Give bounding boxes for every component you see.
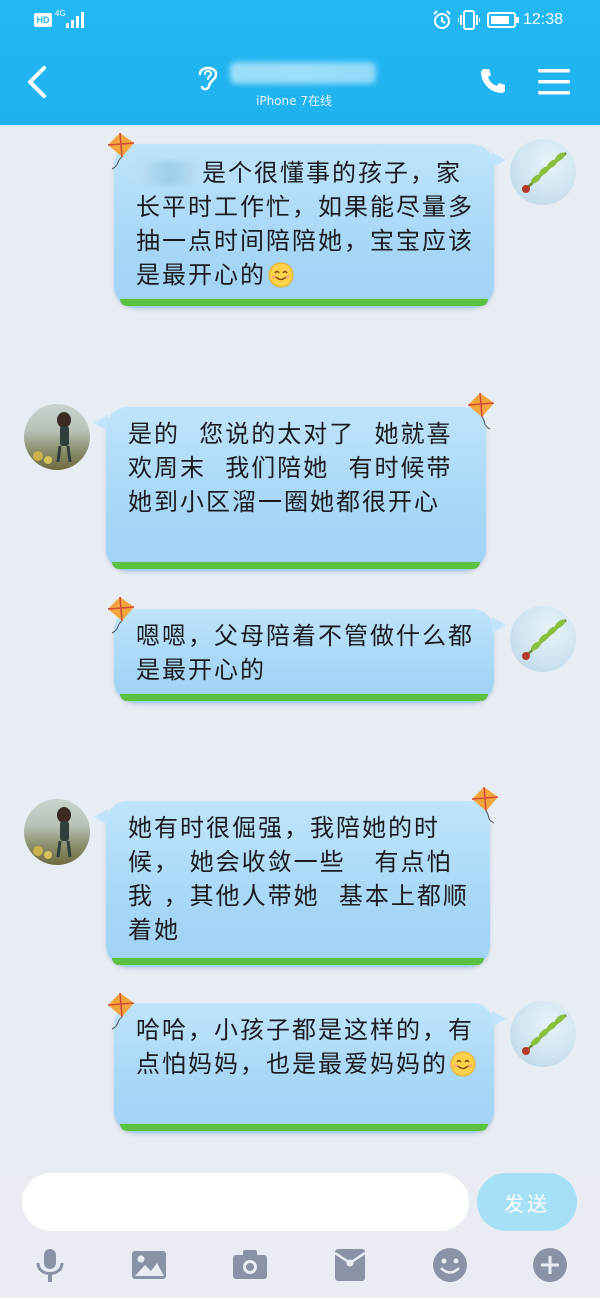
hd-badge: HD: [34, 13, 52, 27]
image-icon[interactable]: [129, 1245, 169, 1285]
message-bubble[interactable]: 是个很懂事的孩子，家长平时工作忙，如果能尽量多抽一点时间陪陪她，宝宝应该是最开心…: [114, 144, 506, 308]
girl-photo-icon: [33, 412, 72, 464]
message-list[interactable]: 是个很懂事的孩子，家长平时工作忙，如果能尽量多抽一点时间陪陪她，宝宝应该是最开心…: [0, 125, 600, 1170]
kite-icon: [107, 132, 135, 170]
smile-emoji-icon: [268, 262, 294, 288]
kite-icon: [107, 992, 135, 1030]
kite-icon: [471, 786, 499, 824]
my-avatar[interactable]: [510, 1001, 576, 1067]
battery-icon: [487, 12, 519, 28]
message-bubble[interactable]: 是的 您说的太对了 她就喜欢周末 我们陪她 有时候带她到小区溜一圈她都很开心: [94, 407, 486, 571]
redacted-name: [136, 161, 202, 185]
message-bubble[interactable]: 哈哈，小孩子都是这样的，有点怕妈妈，也是最爱妈妈的: [114, 1003, 506, 1133]
my-avatar[interactable]: [510, 606, 576, 672]
alarm-icon: [433, 10, 451, 29]
contact-status: iPhone 7在线: [256, 94, 332, 108]
leaf-icon: [522, 619, 567, 660]
girl-photo-icon: [33, 807, 72, 859]
send-button[interactable]: 发送: [477, 1173, 577, 1231]
vibrate-icon: [458, 10, 480, 30]
contact-avatar[interactable]: [24, 799, 90, 865]
message-bubble[interactable]: 嗯嗯，父母陪着不管做什么都是最开心的: [114, 609, 506, 703]
microphone-icon[interactable]: [30, 1245, 70, 1285]
message-text: 她有时很倔强，我陪她的时候， 她会收敛一些 有点怕我 ，其他人带她 基本上都顺着…: [128, 814, 469, 944]
message-bubble[interactable]: 她有时很倔强，我陪她的时候， 她会收敛一些 有点怕我 ，其他人带她 基本上都顺着…: [94, 801, 490, 967]
menu-button[interactable]: [538, 68, 570, 96]
kite-icon: [107, 596, 135, 634]
smile-emoji-icon: [450, 1051, 476, 1077]
red-packet-icon[interactable]: [330, 1245, 370, 1285]
chat-header: HD 4G 12:38 iPhone 7在线: [0, 0, 600, 125]
back-button[interactable]: [20, 62, 54, 102]
camera-icon[interactable]: [230, 1245, 270, 1285]
signal-icon: [66, 12, 84, 28]
composer: 发送: [0, 1170, 600, 1298]
message-text: 是个很懂事的孩子，家长平时工作忙，如果能尽量多抽一点时间陪陪她，宝宝应该是最开心…: [136, 159, 474, 289]
leaf-icon: [522, 1014, 567, 1055]
message-input[interactable]: [22, 1173, 469, 1231]
ear-icon: [198, 66, 218, 91]
contact-avatar[interactable]: [24, 404, 90, 470]
contact-name: [232, 60, 372, 86]
emoji-icon[interactable]: [430, 1245, 470, 1285]
plus-icon[interactable]: [530, 1245, 570, 1285]
message-text: 嗯嗯，父母陪着不管做什么都是最开心的: [136, 622, 474, 684]
status-bar: HD 4G 12:38: [0, 0, 600, 42]
clock: 12:38: [523, 11, 564, 28]
my-avatar[interactable]: [510, 139, 576, 205]
contact-title[interactable]: iPhone 7在线: [190, 58, 410, 114]
phone-call-button[interactable]: [478, 66, 508, 96]
message-text: 哈哈，小孩子都是这样的，有点怕妈妈，也是最爱妈妈的: [136, 1016, 476, 1078]
message-text: 是的 您说的太对了 她就喜欢周末 我们陪她 有时候带她到小区溜一圈她都很开心: [128, 420, 453, 516]
leaf-icon: [522, 152, 567, 193]
kite-icon: [467, 392, 495, 430]
network-type: 4G: [55, 9, 66, 18]
